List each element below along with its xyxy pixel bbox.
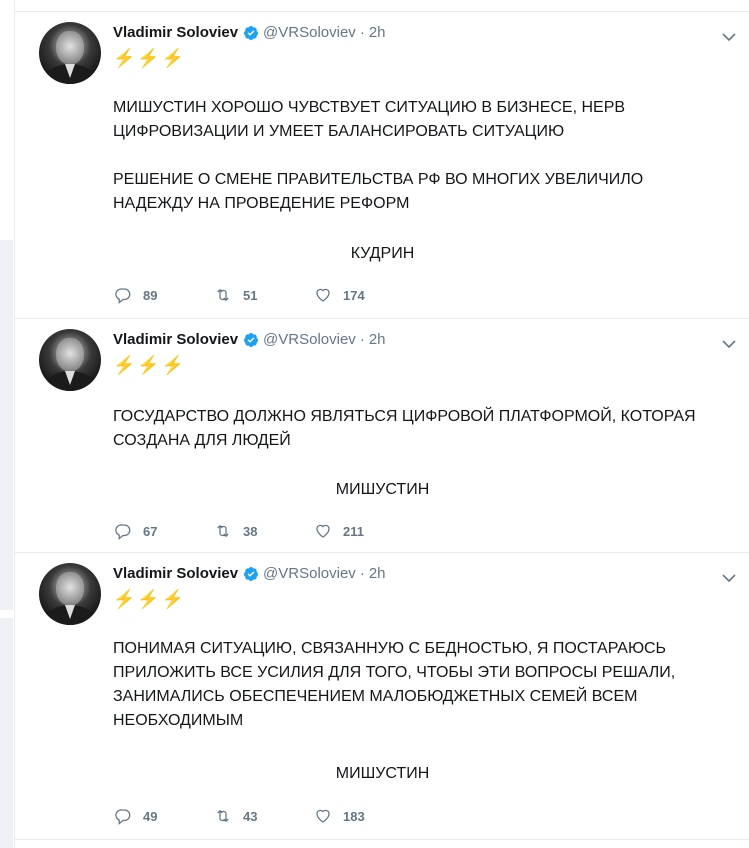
tweet-paragraph: ГОСУДАРСТВО ДОЛЖНО ЯВЛЯТЬСЯ ЦИФРОВОЙ ПЛА… <box>113 408 696 449</box>
reply-button[interactable]: 89 <box>113 286 213 304</box>
avatar[interactable] <box>39 563 101 625</box>
separator-dot: · <box>359 24 365 41</box>
timeline: Vladimir Soloviev @VRSoloviev · 2h ⚡⚡⚡ М… <box>14 0 749 848</box>
left-panel-edge <box>0 240 13 610</box>
lightning-emoji: ⚡⚡⚡ <box>113 589 187 609</box>
avatar[interactable] <box>39 329 101 391</box>
tweet-actions: 49 43 183 <box>113 806 413 826</box>
tweet-paragraph: РЕШЕНИЕ О СМЕНЕ ПРАВИТЕЛЬСТВА РФ ВО МНОГ… <box>113 171 644 212</box>
reply-icon <box>115 809 131 825</box>
avatar[interactable] <box>39 22 101 84</box>
reply-count: 89 <box>143 287 158 303</box>
author-handle[interactable]: @VRSoloviev <box>263 331 356 348</box>
heart-icon <box>316 288 330 302</box>
retweet-count: 38 <box>243 523 258 539</box>
chevron-down-icon[interactable] <box>722 339 736 349</box>
author-name[interactable]: Vladimir Soloviev <box>113 24 238 41</box>
timestamp[interactable]: 2h <box>369 331 386 348</box>
verified-badge-icon <box>244 25 259 40</box>
tweet[interactable]: Vladimir Soloviev @VRSoloviev · 2h ⚡⚡⚡ М… <box>15 12 749 319</box>
reply-count: 67 <box>143 523 158 539</box>
reply-count: 49 <box>143 808 158 824</box>
lightning-emoji: ⚡⚡⚡ <box>113 355 187 375</box>
tweet-signature: МИШУСТИН <box>335 481 430 498</box>
left-gutter <box>0 0 14 848</box>
tweet-header: Vladimir Soloviev @VRSoloviev · 2h <box>113 24 386 41</box>
like-count: 174 <box>343 287 365 303</box>
tweet-actions: 67 38 211 <box>113 521 413 541</box>
author-name[interactable]: Vladimir Soloviev <box>113 565 238 582</box>
retweet-count: 51 <box>243 287 258 303</box>
chevron-down-icon[interactable] <box>722 573 736 583</box>
chevron-down-icon[interactable] <box>722 32 736 42</box>
author-handle[interactable]: @VRSoloviev <box>263 565 356 582</box>
author-handle[interactable]: @VRSoloviev <box>263 24 356 41</box>
tweet-signature: КУДРИН <box>350 245 415 262</box>
retweet-icon <box>217 809 229 823</box>
retweet-button[interactable]: 38 <box>213 522 313 540</box>
like-button[interactable]: 183 <box>313 807 413 825</box>
retweet-icon <box>217 524 229 538</box>
tweet-paragraph: МИШУСТИН ХОРОШО ЧУВСТВУЕТ СИТУАЦИЮ В БИЗ… <box>113 99 626 140</box>
like-count: 183 <box>343 808 365 824</box>
left-panel-edge-lower <box>0 618 13 848</box>
retweet-button[interactable]: 43 <box>213 807 313 825</box>
verified-badge-icon <box>244 566 259 581</box>
retweet-count: 43 <box>243 808 258 824</box>
separator-dot: · <box>359 331 365 348</box>
reply-button[interactable]: 67 <box>113 522 213 540</box>
tweet-header: Vladimir Soloviev @VRSoloviev · 2h <box>113 565 386 582</box>
retweet-icon <box>217 288 229 302</box>
reply-icon <box>115 288 131 304</box>
heart-icon <box>316 524 330 538</box>
verified-badge-icon <box>244 332 259 347</box>
like-button[interactable]: 174 <box>313 286 413 304</box>
lightning-emoji: ⚡⚡⚡ <box>113 48 187 68</box>
timestamp[interactable]: 2h <box>369 24 386 41</box>
like-button[interactable]: 211 <box>313 522 413 540</box>
author-name[interactable]: Vladimir Soloviev <box>113 331 238 348</box>
tweet-signature: МИШУСТИН <box>335 765 430 782</box>
tweet-actions: 89 51 174 <box>113 285 413 305</box>
tweet-paragraph: ПОНИМАЯ СИТУАЦИЮ, СВЯЗАННУЮ С БЕДНОСТЬЮ,… <box>113 640 676 729</box>
retweet-button[interactable]: 51 <box>213 286 313 304</box>
separator-dot: · <box>359 565 365 582</box>
reply-icon <box>115 524 131 540</box>
like-count: 211 <box>343 523 364 539</box>
reply-button[interactable]: 49 <box>113 807 213 825</box>
tweet-header: Vladimir Soloviev @VRSoloviev · 2h <box>113 331 386 348</box>
previous-tweet-edge <box>15 0 749 12</box>
tweet[interactable]: Vladimir Soloviev @VRSoloviev · 2h ⚡⚡⚡ Г… <box>15 319 749 553</box>
timestamp[interactable]: 2h <box>369 565 386 582</box>
tweet[interactable]: Vladimir Soloviev @VRSoloviev · 2h ⚡⚡⚡ П… <box>15 553 749 840</box>
heart-icon <box>316 809 330 823</box>
